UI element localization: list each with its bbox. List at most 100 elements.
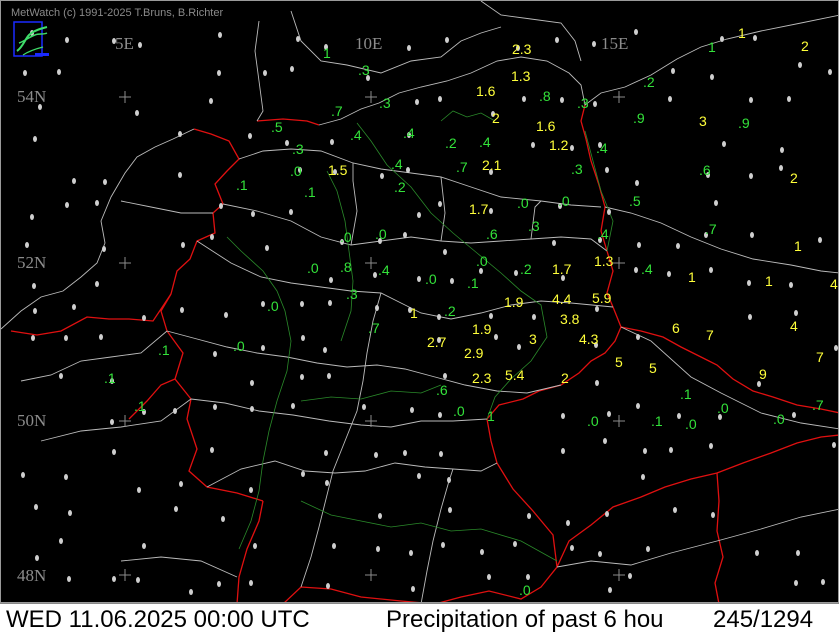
precip-value: .1: [158, 342, 170, 358]
coastline-denmark-west: [254, 20, 264, 122]
precip-value: 1.9: [472, 321, 492, 337]
precip-value: .4: [597, 226, 609, 242]
precip-value: 3: [529, 331, 537, 347]
metwatch-logo-icon[interactable]: [13, 21, 51, 59]
state-border-3: [196, 240, 614, 320]
precip-value: .4: [479, 134, 491, 150]
precip-value: .3: [571, 161, 583, 177]
precip-value: .3: [292, 141, 304, 157]
precip-value: .4: [403, 125, 415, 141]
precip-value: 1.6: [476, 83, 496, 99]
precip-value: .3: [346, 286, 358, 302]
coastline-denmark-east: [290, 10, 502, 74]
precip-value: .1: [680, 386, 692, 402]
river-weser: [326, 170, 354, 342]
precip-value: .8: [340, 259, 352, 275]
precip-value: .3: [528, 218, 540, 234]
precip-value: 1.3: [594, 253, 614, 269]
precip-value: .4: [596, 140, 608, 156]
precip-value: .2: [445, 135, 457, 151]
precip-value: 3: [699, 113, 707, 129]
precip-value: .6: [436, 382, 448, 398]
precip-value: .2: [643, 74, 655, 90]
precip-value: .0: [340, 229, 352, 245]
precip-value: .0: [476, 253, 488, 269]
river-main: [300, 384, 442, 402]
precip-value: 1.2: [549, 137, 569, 153]
lat-label-54n: 54N: [17, 87, 47, 106]
status-product: Precipitation of past 6 hou: [386, 606, 664, 633]
precip-value: .0: [773, 411, 785, 427]
border-france-germany: [236, 500, 264, 602]
state-border-5: [190, 398, 488, 428]
border-czech-austria: [556, 434, 838, 568]
status-frame[interactable]: 245/1294: [713, 604, 813, 634]
state-border-2: [222, 203, 608, 252]
graticule-crosses: [119, 91, 625, 581]
precip-value: 1.5: [328, 162, 348, 178]
precip-value: .0: [517, 195, 529, 211]
precip-value: .0: [558, 193, 570, 209]
status-bar: WED 11.06.2025 00:00 UTC Precipitation o…: [0, 603, 839, 634]
lon-label-15e: 15E: [601, 34, 629, 53]
precip-value: 9: [759, 366, 767, 382]
precip-value: 2: [561, 370, 569, 386]
precip-value: .9: [738, 115, 750, 131]
precip-value: .7: [456, 159, 468, 175]
precip-value: .9: [633, 110, 645, 126]
precip-value: .5: [629, 193, 641, 209]
border-france-belgium: [10, 293, 172, 336]
station-markers: [21, 29, 838, 595]
precip-value: .5: [271, 119, 283, 135]
precip-value: .4: [641, 261, 653, 277]
border-austria-hungary: [714, 472, 724, 602]
precip-value: 5.4: [505, 367, 525, 383]
state-border-7: [300, 292, 382, 588]
precip-value: 5.9: [592, 290, 612, 306]
precip-value: .0: [290, 163, 302, 179]
border-netherlands-germany: [170, 128, 240, 295]
precip-value: 1: [738, 25, 746, 41]
precip-value: .6: [486, 226, 498, 242]
precip-value: .4: [378, 262, 390, 278]
precip-value: 2.3: [512, 41, 532, 57]
precip-value: 2.3: [472, 370, 492, 386]
state-border-8: [420, 468, 454, 602]
weather-map[interactable]: MetWatch (c) 1991-2025 T.Bruns, B.Richte…: [0, 0, 839, 603]
precip-value: 6: [672, 320, 680, 336]
precip-value: 1.3: [511, 68, 531, 84]
coastline-north-sea: [1, 128, 195, 330]
precip-value: 1: [688, 269, 696, 285]
precip-value: 2: [790, 170, 798, 186]
river-rhine: [226, 236, 292, 550]
precip-value: .7: [705, 221, 717, 237]
lat-label-48n: 48N: [17, 566, 47, 585]
river-lakes: [440, 110, 496, 122]
precip-value: .6: [699, 162, 711, 178]
precip-value: .0: [307, 260, 319, 276]
precip-value: 7: [816, 349, 824, 365]
precip-value: 4: [830, 276, 838, 292]
precip-value: .3: [358, 62, 370, 78]
map-geography: [1, 1, 838, 602]
precip-value: 3.8: [560, 311, 580, 327]
precip-value: .1: [134, 398, 146, 414]
precip-value: 2.9: [464, 345, 484, 361]
precip-value: .0: [519, 582, 531, 598]
precip-value: .0: [375, 226, 387, 242]
precip-value: 7: [706, 327, 714, 343]
lat-label-50n: 50N: [17, 411, 47, 430]
precip-value: 2.7: [427, 334, 447, 350]
precip-value: .4: [350, 127, 362, 143]
state-border-6: [206, 460, 498, 488]
precip-value: 1.7: [469, 201, 489, 217]
status-datetime: WED 11.06.2025 00:00 UTC: [6, 606, 310, 633]
state-border-belgium: [20, 330, 168, 382]
precip-value: 1: [323, 45, 331, 61]
lon-label-5e: 5E: [115, 34, 134, 53]
precip-value: 1.7: [552, 261, 572, 277]
precip-value: .0: [233, 338, 245, 354]
precip-value: .1: [236, 177, 248, 193]
precip-value: .0: [425, 271, 437, 287]
precip-value: .8: [539, 88, 551, 104]
